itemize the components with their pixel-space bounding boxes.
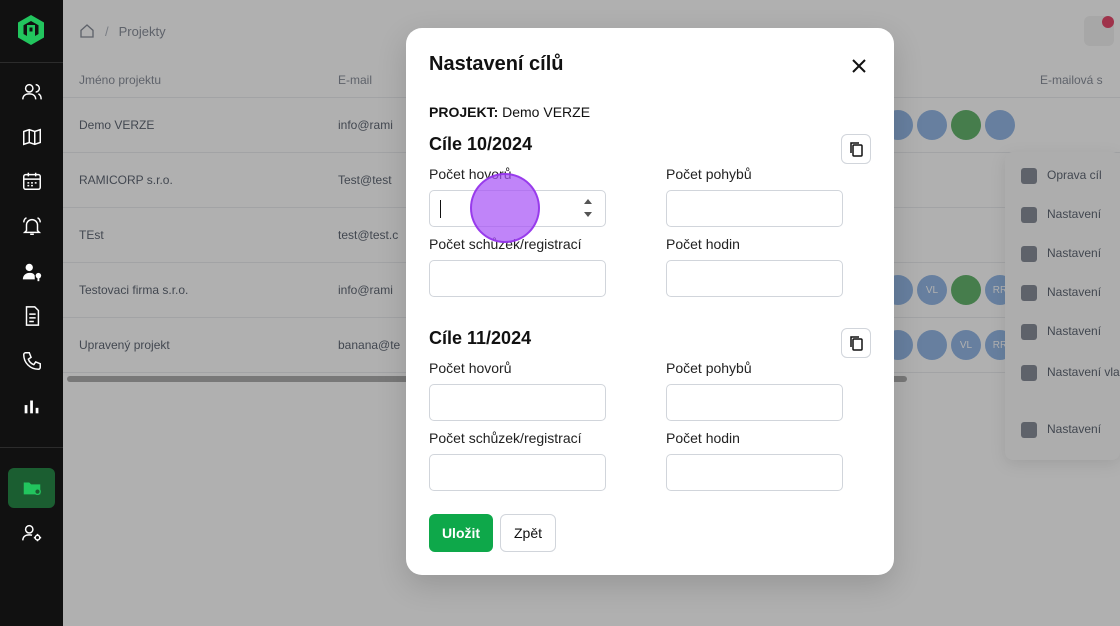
sidebar-item-map[interactable]	[8, 117, 55, 157]
modal-title: Nastavení cílů	[429, 53, 564, 75]
close-icon	[852, 59, 866, 73]
close-button[interactable]	[847, 54, 871, 78]
moves-label: Počet pohybů	[666, 166, 752, 182]
spin-down-icon[interactable]	[584, 212, 592, 217]
sidebar-item-documents[interactable]	[8, 296, 55, 336]
calls-label: Počet hovorů	[429, 360, 512, 376]
map-icon	[22, 128, 41, 146]
project-name: Demo VERZE	[502, 104, 591, 120]
users-icon	[21, 83, 42, 100]
hours-input-nov[interactable]	[666, 454, 843, 491]
sidebar-item-users[interactable]	[8, 72, 55, 112]
sidebar	[0, 0, 63, 626]
back-button[interactable]: Zpět	[500, 514, 556, 552]
moves-input-nov[interactable]	[666, 384, 843, 421]
spin-up-icon[interactable]	[584, 199, 592, 204]
sidebar-item-calendar[interactable]	[8, 161, 55, 201]
save-button[interactable]: Uložit	[429, 514, 493, 552]
document-icon	[25, 306, 39, 326]
app-logo[interactable]	[17, 14, 45, 46]
chart-icon	[24, 400, 38, 414]
hours-input-oct[interactable]	[666, 260, 843, 297]
user-settings-icon	[22, 263, 41, 282]
project-info: PROJEKT: Demo VERZE	[429, 104, 590, 120]
bell-icon	[22, 217, 41, 235]
copy-icon	[850, 142, 863, 157]
hours-label: Počet hodin	[666, 236, 740, 252]
project-label: PROJEKT:	[429, 104, 499, 120]
calls-input-nov[interactable]	[429, 384, 606, 421]
number-spinner[interactable]	[583, 199, 593, 217]
goals-modal: Nastavení cílů PROJEKT: Demo VERZE Cíle …	[406, 28, 894, 575]
moves-label: Počet pohybů	[666, 360, 752, 376]
section-title-oct: Cíle 10/2024	[429, 134, 533, 154]
sidebar-item-notifications[interactable]	[8, 206, 55, 246]
phone-icon	[22, 352, 41, 370]
click-indicator	[470, 173, 540, 243]
text-caret	[440, 200, 441, 218]
sidebar-item-calls[interactable]	[8, 341, 55, 381]
sidebar-divider	[0, 62, 63, 63]
calendar-icon	[22, 172, 41, 190]
hours-label: Počet hodin	[666, 430, 740, 446]
sidebar-item-projects[interactable]	[8, 468, 55, 508]
copy-goals-button[interactable]	[841, 328, 871, 358]
meetings-input-oct[interactable]	[429, 260, 606, 297]
sidebar-item-admin[interactable]	[8, 513, 55, 553]
sidebar-divider	[0, 447, 63, 448]
moves-input-oct[interactable]	[666, 190, 843, 227]
meetings-input-nov[interactable]	[429, 454, 606, 491]
sidebar-item-statistics[interactable]	[8, 386, 55, 426]
meetings-label: Počet schůzek/registrací	[429, 430, 582, 446]
folder-icon	[23, 482, 41, 496]
user-gear-icon	[21, 524, 41, 542]
section-title-nov: Cíle 11/2024	[429, 328, 532, 348]
sidebar-item-user-settings[interactable]	[8, 252, 55, 292]
copy-icon	[850, 336, 863, 351]
copy-goals-button[interactable]	[841, 134, 871, 164]
